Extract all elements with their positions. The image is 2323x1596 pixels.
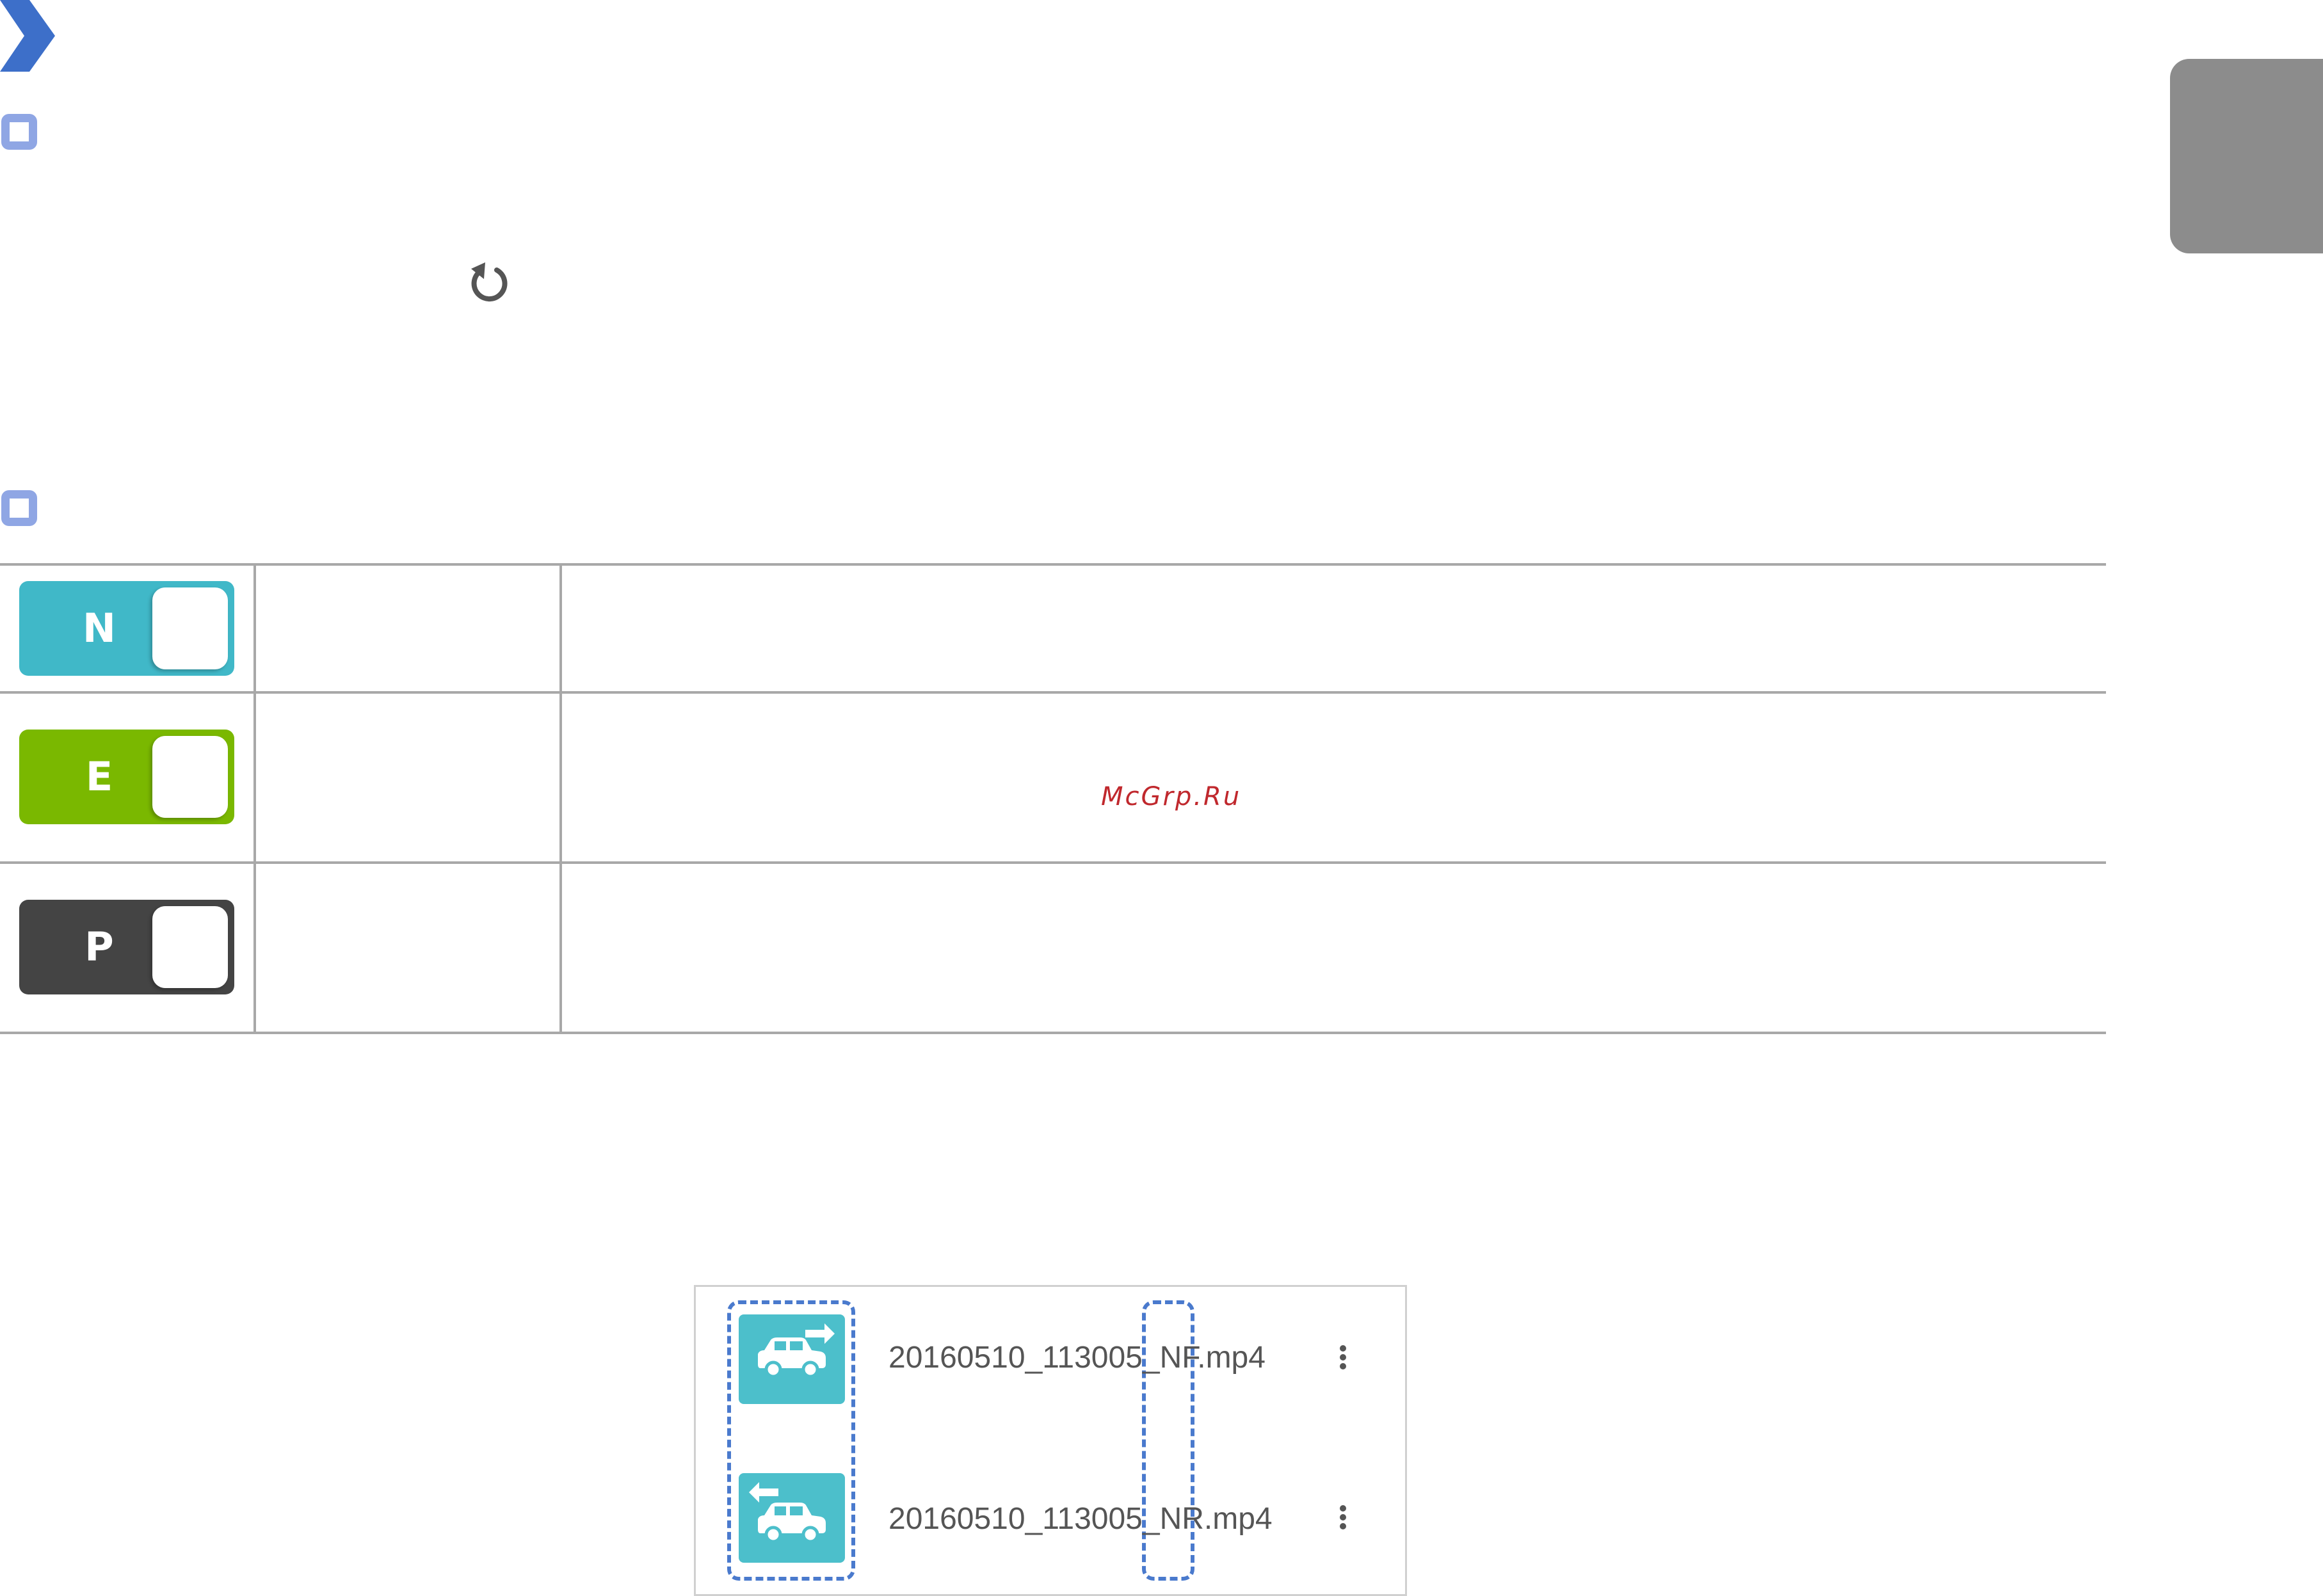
watermark: McGrp.Ru [1101, 782, 1242, 811]
mode-letter: N [83, 605, 116, 651]
table-rule [0, 563, 2106, 566]
table-rule [0, 691, 2106, 694]
square-bullet-icon [1, 114, 37, 150]
toggle-knob [152, 587, 228, 669]
kebab-menu-icon[interactable] [1335, 1505, 1351, 1535]
toggle-knob [152, 906, 228, 988]
square-bullet-icon [1, 490, 37, 526]
toggle-knob [152, 736, 228, 818]
table-rule [0, 861, 2106, 864]
table-column-divider [253, 564, 256, 1034]
table-column-divider [559, 564, 562, 1034]
car-arrow-left-icon [739, 1473, 845, 1563]
kebab-menu-icon[interactable] [1335, 1345, 1351, 1375]
file-name[interactable]: 20160510_113005_NF.mp4 [888, 1340, 1266, 1375]
chevron-right-icon [0, 0, 55, 72]
mode-toggle-e[interactable]: E [19, 730, 234, 824]
car-arrow-right-icon [739, 1314, 845, 1404]
table-rule [0, 1032, 2106, 1034]
mode-toggle-n[interactable]: N [19, 581, 234, 676]
mode-letter: E [85, 753, 113, 800]
side-tab [2170, 59, 2323, 253]
file-name[interactable]: 20160510_113005_NR.mp4 [888, 1501, 1273, 1536]
mode-letter: P [84, 923, 114, 970]
refresh-icon[interactable] [466, 261, 511, 306]
mode-toggle-p[interactable]: P [19, 900, 234, 994]
